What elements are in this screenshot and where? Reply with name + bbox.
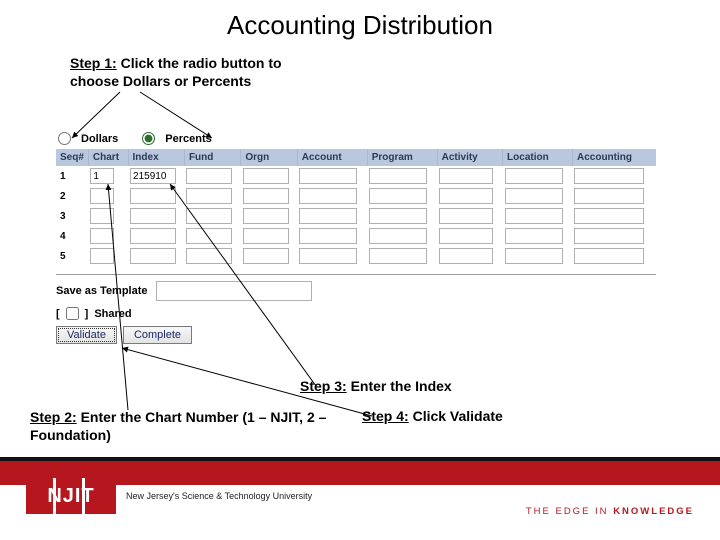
dollars-radio[interactable] <box>58 132 71 145</box>
activity-input[interactable] <box>439 228 493 244</box>
activity-input[interactable] <box>439 168 493 184</box>
seq-cell: 2 <box>56 186 88 206</box>
step-4-caption: Step 4: Click Validate <box>362 408 622 424</box>
seq-cell: 3 <box>56 206 88 226</box>
fund-input[interactable] <box>186 188 232 204</box>
step-4-label: Step 4: <box>362 408 409 424</box>
accounting-input[interactable] <box>574 188 644 204</box>
col-header-location: Location <box>503 149 573 166</box>
seq-cell: 4 <box>56 226 88 246</box>
save-template-input[interactable] <box>156 281 312 301</box>
validate-button[interactable]: Validate <box>56 326 117 344</box>
activity-input[interactable] <box>439 188 493 204</box>
account-input[interactable] <box>299 168 357 184</box>
save-template-label: Save as Template <box>56 285 148 297</box>
chart-input[interactable] <box>90 248 114 264</box>
accounting-input[interactable] <box>574 168 644 184</box>
index-input[interactable] <box>130 228 176 244</box>
seq-cell: 1 <box>56 166 88 186</box>
step-1-caption: Step 1: Click the radio button to choose… <box>70 54 330 90</box>
table-row: 1 <box>56 166 656 186</box>
complete-button[interactable]: Complete <box>123 326 192 344</box>
account-input[interactable] <box>299 208 357 224</box>
percents-radio[interactable] <box>142 132 155 145</box>
col-header-account: Account <box>297 149 367 166</box>
location-input[interactable] <box>505 248 563 264</box>
orgn-input[interactable] <box>243 168 289 184</box>
step-3-caption: Step 3: Enter the Index <box>300 378 560 394</box>
fund-input[interactable] <box>186 208 232 224</box>
chart-input[interactable] <box>90 188 114 204</box>
index-input[interactable] <box>130 208 176 224</box>
table-row: 3 <box>56 206 656 226</box>
njit-logo: NJIT New Jersey's Science & Technology U… <box>26 478 312 514</box>
orgn-input[interactable] <box>243 228 289 244</box>
program-input[interactable] <box>369 228 427 244</box>
chart-input[interactable] <box>90 228 114 244</box>
shared-checkbox[interactable] <box>66 307 79 320</box>
col-header-chart: Chart <box>88 149 128 166</box>
njit-mark: NJIT <box>26 478 116 514</box>
shared-label: Shared <box>94 308 131 320</box>
percents-label[interactable]: Percents <box>165 133 211 145</box>
chart-input[interactable] <box>90 208 114 224</box>
col-header-index: Index <box>128 149 184 166</box>
program-input[interactable] <box>369 168 427 184</box>
fund-input[interactable] <box>186 228 232 244</box>
program-input[interactable] <box>369 248 427 264</box>
location-input[interactable] <box>505 208 563 224</box>
index-input[interactable] <box>130 248 176 264</box>
orgn-input[interactable] <box>243 208 289 224</box>
step-1-label: Step 1: <box>70 55 117 71</box>
accounting-input[interactable] <box>574 248 644 264</box>
location-input[interactable] <box>505 188 563 204</box>
accounting-input[interactable] <box>574 208 644 224</box>
table-row: 2 <box>56 186 656 206</box>
seq-cell: 5 <box>56 246 88 266</box>
account-input[interactable] <box>299 248 357 264</box>
page-title: Accounting Distribution <box>0 10 720 41</box>
col-header-program: Program <box>367 149 437 166</box>
bracket-open: [ <box>56 308 60 320</box>
step-4-text: Click Validate <box>409 408 503 424</box>
bracket-close: ] <box>85 308 89 320</box>
chart-input[interactable] <box>90 168 114 184</box>
activity-input[interactable] <box>439 248 493 264</box>
dollars-label[interactable]: Dollars <box>81 133 118 145</box>
col-header-accounting: Accounting <box>572 149 656 166</box>
account-input[interactable] <box>299 228 357 244</box>
program-input[interactable] <box>369 188 427 204</box>
account-input[interactable] <box>299 188 357 204</box>
col-header-fund: Fund <box>184 149 240 166</box>
unit-radio-group: Dollars Percents <box>56 128 656 149</box>
njit-tagline: New Jersey's Science & Technology Univer… <box>126 491 312 501</box>
location-input[interactable] <box>505 168 563 184</box>
fund-input[interactable] <box>186 248 232 264</box>
program-input[interactable] <box>369 208 427 224</box>
index-input[interactable] <box>130 168 176 184</box>
fund-input[interactable] <box>186 168 232 184</box>
distribution-panel: Dollars Percents Seq#ChartIndexFundOrgnA… <box>56 128 656 344</box>
step-2-label: Step 2: <box>30 409 77 425</box>
activity-input[interactable] <box>439 208 493 224</box>
edge-slogan: THE EDGE IN KNOWLEDGE <box>526 506 694 517</box>
location-input[interactable] <box>505 228 563 244</box>
divider <box>56 274 656 275</box>
orgn-input[interactable] <box>243 248 289 264</box>
table-row: 5 <box>56 246 656 266</box>
step-2-caption: Step 2: Enter the Chart Number (1 – NJIT… <box>30 408 330 444</box>
col-header-seq: Seq# <box>56 149 88 166</box>
table-row: 4 <box>56 226 656 246</box>
col-header-orgn: Orgn <box>241 149 297 166</box>
col-header-activity: Activity <box>437 149 502 166</box>
orgn-input[interactable] <box>243 188 289 204</box>
step-3-text: Enter the Index <box>347 378 452 394</box>
accounting-input[interactable] <box>574 228 644 244</box>
index-input[interactable] <box>130 188 176 204</box>
step-3-label: Step 3: <box>300 378 347 394</box>
distribution-table: Seq#ChartIndexFundOrgnAccountProgramActi… <box>56 149 656 266</box>
